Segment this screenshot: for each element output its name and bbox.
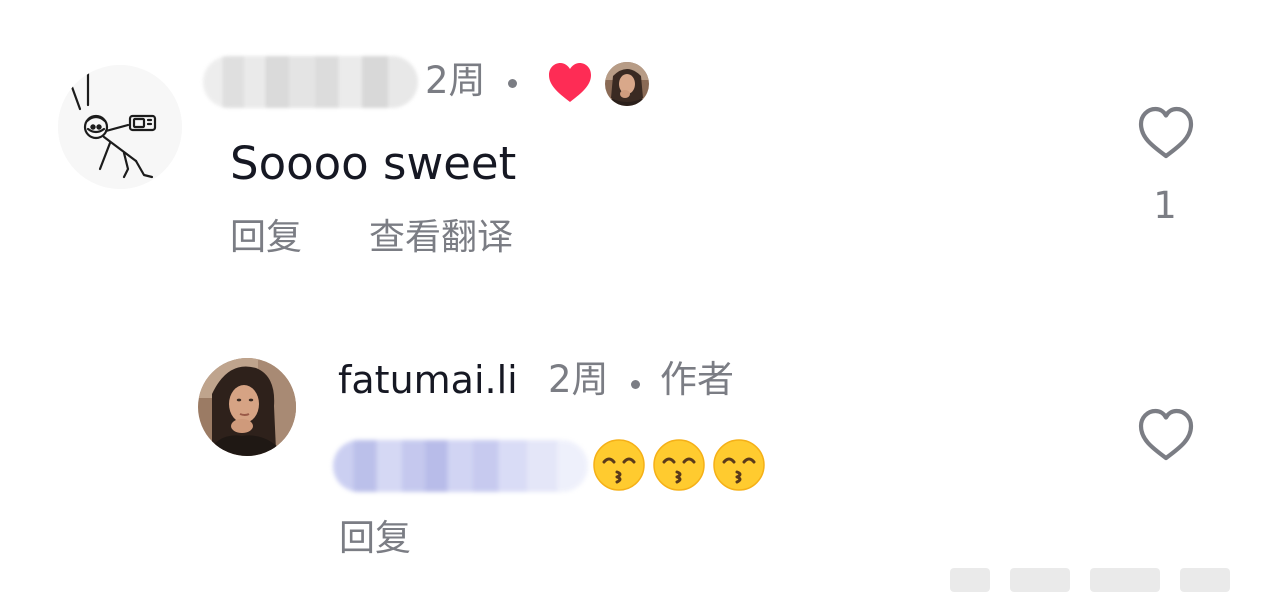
comment-timestamp: 2周 [425,59,486,102]
emoji-group [592,438,766,492]
author-avatar-image [198,358,296,456]
reply-button[interactable]: 回复 [230,215,302,261]
blurred-username[interactable] [203,56,418,108]
author-avatar[interactable] [198,358,296,456]
heart-filled-icon [549,63,591,102]
watermark-image [950,568,1230,592]
creator-liked-avatar [605,62,649,106]
kissing-smiling-eyes-icon [653,439,705,491]
kissing-smiling-eyes-icon [713,439,765,491]
stick-figure-avatar-image [58,65,182,189]
kissing-smiling-eyes-icon [593,439,645,491]
reply-timestamp: 2周 [548,358,609,401]
blurred-reply-text [333,440,588,492]
heart-outline-icon[interactable] [1137,105,1195,161]
commenter-avatar[interactable] [58,65,182,189]
author-username[interactable]: fatumai.li [338,356,518,404]
separator-dot [631,380,640,389]
see-translation-button[interactable]: 查看翻译 [369,215,513,261]
separator-dot [508,79,517,88]
like-count: 1 [1153,184,1177,227]
heart-outline-icon[interactable] [1137,407,1195,463]
author-badge: 作者 [660,358,734,401]
reply-button[interactable]: 回复 [339,516,411,562]
comment-text: Soooo sweet [230,137,517,190]
